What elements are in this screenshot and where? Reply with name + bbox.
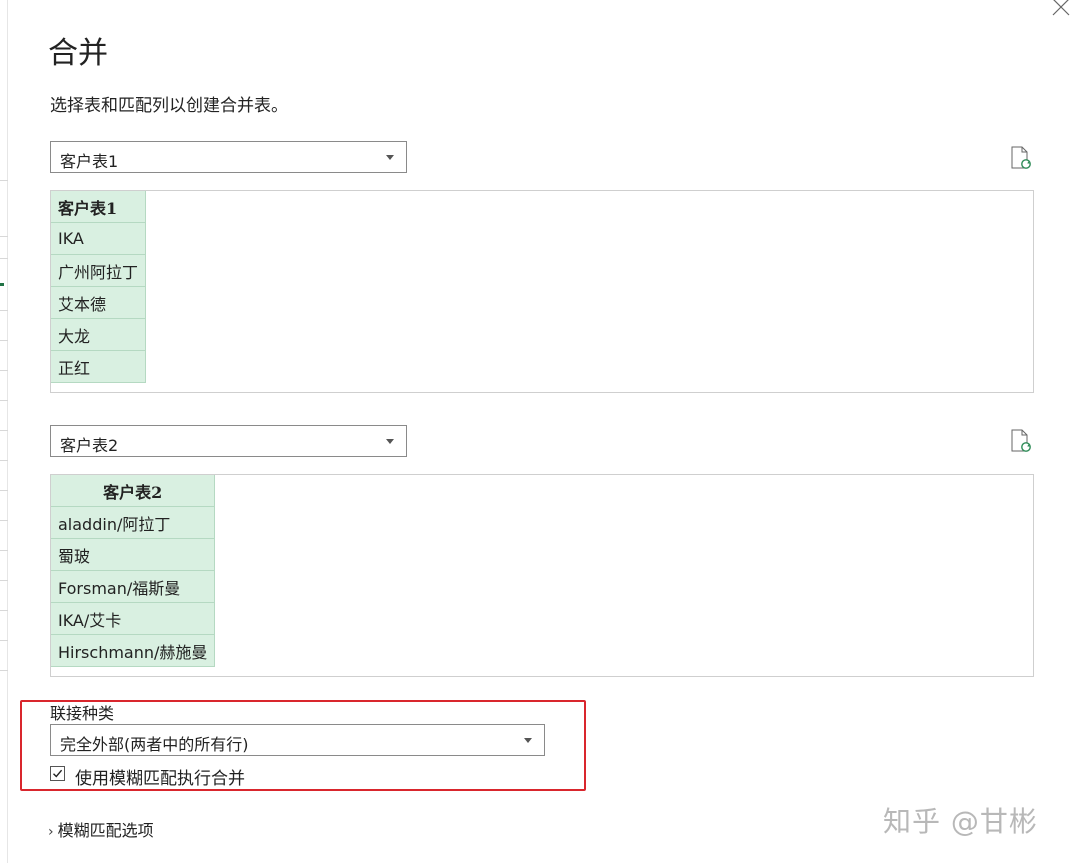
fuzzy-options-expander[interactable]: › 模糊匹配选项 xyxy=(48,817,154,841)
table-cell: aladdin/阿拉丁 xyxy=(51,506,216,539)
table-row: 蜀玻 xyxy=(51,538,216,571)
chevron-right-icon: › xyxy=(48,824,54,840)
table-cell: Forsman/福斯曼 xyxy=(51,570,216,603)
table1-preview: 客户表1 IKA 广州阿拉丁 艾本德 大龙 正红 xyxy=(50,190,1034,393)
table-row: IKA xyxy=(51,222,147,255)
table-header-row: 客户表2 xyxy=(51,475,216,507)
table1-select[interactable]: 客户表1 xyxy=(50,141,407,173)
table-row: 正红 xyxy=(51,350,147,383)
column-header[interactable]: 客户表2 xyxy=(51,475,216,507)
join-kind-select-value: 完全外部(两者中的所有行) xyxy=(60,735,249,754)
table-row: Forsman/福斯曼 xyxy=(51,570,216,603)
table2-refresh-button[interactable] xyxy=(1010,429,1032,453)
column-header[interactable]: 客户表1 xyxy=(51,191,147,223)
table2-preview: 客户表2 aladdin/阿拉丁 蜀玻 Forsman/福斯曼 IKA/艾卡 H… xyxy=(50,474,1034,677)
chevron-down-icon xyxy=(386,439,394,444)
table1-preview-grid: 客户表1 IKA 广州阿拉丁 艾本德 大龙 正红 xyxy=(51,191,147,383)
table-row: Hirschmann/赫施曼 xyxy=(51,634,216,667)
refresh-document-icon xyxy=(1011,146,1031,169)
table-cell: 正红 xyxy=(51,350,147,383)
fuzzy-match-checkbox[interactable] xyxy=(50,766,65,781)
chevron-down-icon xyxy=(524,738,532,743)
table-row: 艾本德 xyxy=(51,286,147,319)
table-row: IKA/艾卡 xyxy=(51,602,216,635)
table-cell: IKA/艾卡 xyxy=(51,602,216,635)
background-sheet-edge xyxy=(0,0,8,863)
table1-refresh-button[interactable] xyxy=(1010,146,1032,170)
watermark: 知乎 @甘彬 xyxy=(883,805,1038,838)
checkmark-icon xyxy=(53,769,63,778)
table-cell: 大龙 xyxy=(51,318,147,351)
table2-select-value: 客户表2 xyxy=(60,436,119,455)
dialog-title: 合并 xyxy=(48,36,108,71)
chevron-down-icon xyxy=(386,155,394,160)
table-row: aladdin/阿拉丁 xyxy=(51,506,216,539)
fuzzy-options-label: 模糊匹配选项 xyxy=(57,821,154,840)
table-cell: Hirschmann/赫施曼 xyxy=(51,634,216,667)
table-header-row: 客户表1 xyxy=(51,191,147,223)
dialog-subtitle: 选择表和匹配列以创建合并表。 xyxy=(50,96,288,116)
close-button[interactable] xyxy=(1048,0,1074,20)
refresh-document-icon xyxy=(1011,429,1031,452)
fuzzy-match-label[interactable]: 使用模糊匹配执行合并 xyxy=(75,764,245,789)
join-kind-select[interactable]: 完全外部(两者中的所有行) xyxy=(50,724,545,756)
table2-preview-grid: 客户表2 aladdin/阿拉丁 蜀玻 Forsman/福斯曼 IKA/艾卡 H… xyxy=(51,475,216,667)
table-cell: 广州阿拉丁 xyxy=(51,254,147,287)
table-cell: 艾本德 xyxy=(51,286,147,319)
close-icon xyxy=(1052,0,1070,16)
table-row: 大龙 xyxy=(51,318,147,351)
table-cell: 蜀玻 xyxy=(51,538,216,571)
table2-select[interactable]: 客户表2 xyxy=(50,425,407,457)
table-row: 广州阿拉丁 xyxy=(51,254,147,287)
table-cell: IKA xyxy=(51,222,147,255)
join-kind-label: 联接种类 xyxy=(50,704,115,723)
table1-select-value: 客户表1 xyxy=(60,152,119,171)
